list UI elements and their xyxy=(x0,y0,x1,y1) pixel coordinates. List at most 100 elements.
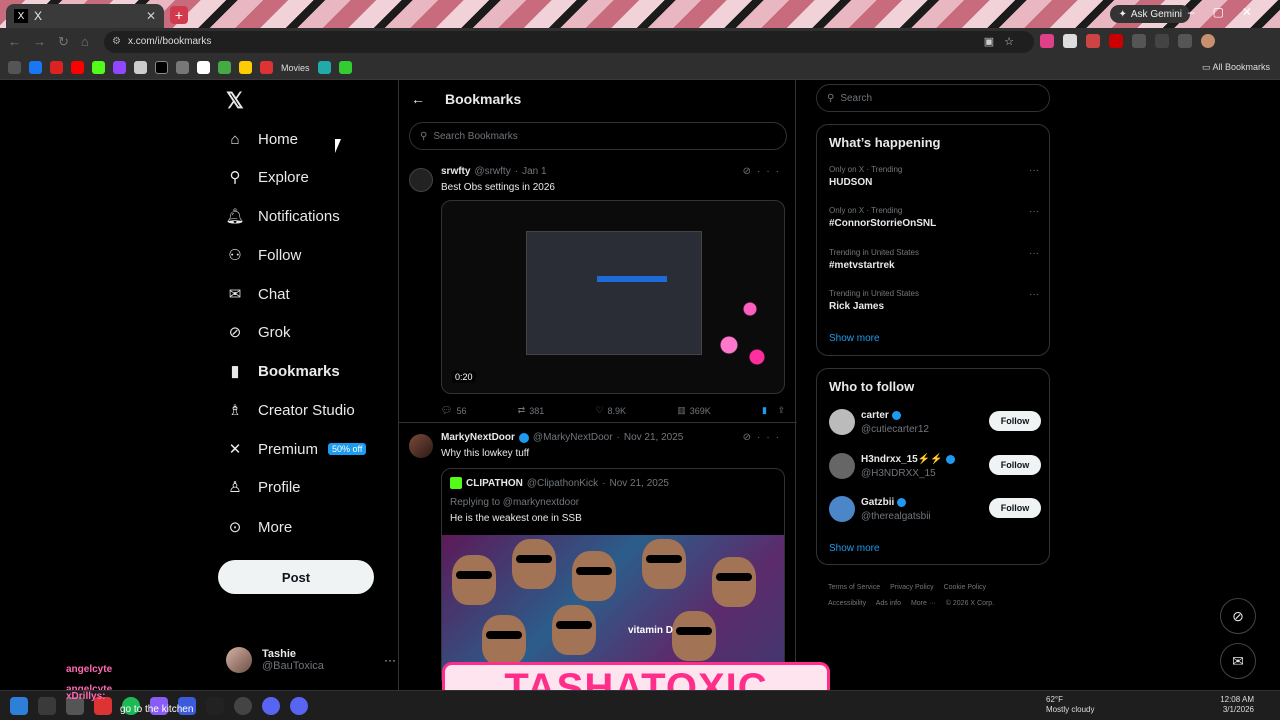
follow-button[interactable]: Follow xyxy=(989,455,1041,475)
tweet-author-handle[interactable]: @MarkyNextDoor xyxy=(533,432,613,443)
site-icon[interactable] xyxy=(218,61,231,74)
search-icon[interactable] xyxy=(38,697,56,715)
like-button[interactable]: ♡ 8.9K xyxy=(595,405,626,416)
bookmark-red-icon[interactable] xyxy=(50,61,63,74)
more-icon[interactable]: ··· xyxy=(757,166,785,177)
back-arrow-icon[interactable]: ← xyxy=(411,91,425,107)
follow-suggestion[interactable]: Gatzbii @therealgatsbii Follow xyxy=(829,496,1041,526)
account-switcher[interactable]: Tashie @BauToxica ··· xyxy=(226,642,396,678)
more-icon[interactable]: ··· xyxy=(1029,165,1039,176)
bookmark-movies[interactable]: Movies xyxy=(281,63,310,73)
extension-icon[interactable] xyxy=(1109,34,1123,48)
extension-icon[interactable] xyxy=(1086,34,1100,48)
taskbar-clock[interactable]: 12:08 AM 3/1/2026 xyxy=(1220,695,1254,715)
nav-more[interactable]: ⊙ More xyxy=(226,512,292,542)
browser-tab[interactable]: X X ✕ xyxy=(6,4,164,28)
messages-fab-button[interactable]: ✉ xyxy=(1220,643,1256,679)
omnibox-actions[interactable]: ▣☆ xyxy=(984,31,1024,53)
address-bar[interactable]: ⚙ x.com/i/bookmarks ▣☆ xyxy=(104,31,1034,53)
apps-icon[interactable] xyxy=(8,61,21,74)
follow-button[interactable]: Follow xyxy=(989,411,1041,431)
nav-home[interactable]: ⌂ Home xyxy=(226,124,298,154)
tweet-tools[interactable]: ⊘··· xyxy=(743,432,785,443)
youtube-icon[interactable] xyxy=(71,61,84,74)
grok-icon[interactable]: ⊘ xyxy=(743,432,757,443)
site-icon[interactable] xyxy=(239,61,252,74)
nav-bookmarks[interactable]: ▮ Bookmarks xyxy=(226,356,340,386)
profile-avatar[interactable] xyxy=(1201,34,1215,48)
footer-link[interactable]: Accessibility xyxy=(828,600,866,607)
tweet-date[interactable]: Jan 1 xyxy=(522,166,546,177)
post-button[interactable]: Post xyxy=(218,560,374,594)
follow-button[interactable]: Follow xyxy=(989,498,1041,518)
show-more-link[interactable]: Show more xyxy=(829,543,880,554)
tweet-date[interactable]: Nov 21, 2025 xyxy=(624,432,684,443)
nav-follow[interactable]: ⚇ Follow xyxy=(226,240,301,270)
nav-notifications[interactable]: 🔔︎ Notifications xyxy=(225,201,339,231)
follow-suggestion[interactable]: carter @cutiecarter12 Follow xyxy=(829,409,1041,439)
facebook-icon[interactable] xyxy=(29,61,42,74)
site-info-icon[interactable]: ⚙ xyxy=(112,31,121,53)
tweet[interactable]: srwfty @srwfty · Jan 1 ⊘··· Best Obs set… xyxy=(399,158,797,423)
footer-link[interactable]: Ads info xyxy=(876,600,901,607)
repost-button[interactable]: ⇄ 381 xyxy=(518,405,545,416)
avatar[interactable] xyxy=(409,168,433,192)
trend-item[interactable]: Trending in United States Rick James ··· xyxy=(829,289,1039,312)
quoted-tweet[interactable]: CLIPATHON @ClipathonKick · Nov 21, 2025 … xyxy=(441,468,785,688)
footer-link[interactable]: Terms of Service xyxy=(828,584,880,591)
weather-widget[interactable]: 62°F Mostly cloudy xyxy=(1046,695,1094,715)
tweet-author-handle[interactable]: @srwfty xyxy=(474,166,510,177)
close-tab-icon[interactable]: ✕ xyxy=(146,9,156,23)
avatar[interactable] xyxy=(829,496,855,522)
show-more-link[interactable]: Show more xyxy=(829,333,880,344)
nav-profile[interactable]: ♙ Profile xyxy=(226,472,300,502)
avatar[interactable] xyxy=(829,453,855,479)
site-icon[interactable] xyxy=(176,61,189,74)
nav-chat[interactable]: ✉ Chat xyxy=(226,279,290,309)
new-tab-button[interactable]: + xyxy=(170,6,188,24)
discord-icon[interactable] xyxy=(290,697,308,715)
app-icon[interactable] xyxy=(234,697,252,715)
app-icon[interactable] xyxy=(206,697,224,715)
trend-item[interactable]: Only on X · Trending #ConnorStorrieOnSNL… xyxy=(829,206,1039,229)
site-icon[interactable] xyxy=(338,61,352,74)
grok-icon[interactable]: ⊘ xyxy=(743,166,757,177)
nav-buttons[interactable]: ←→↻⌂ xyxy=(8,34,101,50)
footer-link[interactable]: Cookie Policy xyxy=(944,584,986,591)
nav-grok[interactable]: ⊘ Grok xyxy=(226,317,291,347)
extension-icon[interactable] xyxy=(1155,34,1169,48)
more-icon[interactable]: ··· xyxy=(1029,289,1039,300)
site-icon[interactable] xyxy=(317,61,331,74)
search-input[interactable]: ⚲ Search xyxy=(816,84,1050,112)
nav-explore[interactable]: ⚲ Explore xyxy=(226,162,309,192)
share-icon[interactable]: ⇪ xyxy=(777,405,785,416)
window-controls[interactable]: –▢✕ xyxy=(1188,5,1270,19)
nav-creator-studio[interactable]: ♗ Creator Studio xyxy=(226,395,354,425)
more-icon[interactable]: ··· xyxy=(757,432,785,443)
avatar[interactable] xyxy=(409,434,433,458)
trend-item[interactable]: Only on X · Trending HUDSON ··· xyxy=(829,165,1039,188)
kick-icon[interactable] xyxy=(92,61,105,74)
tweet-author-name[interactable]: srwfty xyxy=(441,166,470,177)
tweet[interactable]: MarkyNextDoor @MarkyNextDoor · Nov 21, 2… xyxy=(399,424,797,690)
start-icon[interactable] xyxy=(10,697,28,715)
grok-fab-button[interactable]: ⊘ xyxy=(1220,598,1256,634)
extension-icon[interactable] xyxy=(1132,34,1146,48)
tweet-video[interactable]: 0:20 xyxy=(441,200,785,394)
all-bookmarks[interactable]: ▭ All Bookmarks xyxy=(1202,62,1270,73)
ask-gemini-button[interactable]: ✦ Ask Gemini xyxy=(1110,5,1190,23)
follow-suggestion[interactable]: H3ndrxx_15⚡⚡ @H3NDRXX_15 Follow xyxy=(829,453,1041,483)
bookmarks-search-input[interactable]: ⚲ Search Bookmarks xyxy=(409,122,787,150)
views-button[interactable]: ▥ 369K xyxy=(677,405,711,416)
trend-item[interactable]: Trending in United States #metvstartrek … xyxy=(829,248,1039,271)
twitch-icon[interactable] xyxy=(113,61,126,74)
x-logo-icon[interactable]: 𝕏 xyxy=(226,88,244,114)
footer-link[interactable]: Privacy Policy xyxy=(890,584,934,591)
instagram-icon[interactable] xyxy=(134,61,147,74)
extension-icon[interactable] xyxy=(1040,34,1054,48)
tweet-tools[interactable]: ⊘··· xyxy=(743,166,785,177)
discord-icon[interactable] xyxy=(262,697,280,715)
tweet-author-name[interactable]: MarkyNextDoor xyxy=(441,432,515,443)
extension-icon[interactable] xyxy=(1063,34,1077,48)
x-icon[interactable] xyxy=(155,61,168,74)
